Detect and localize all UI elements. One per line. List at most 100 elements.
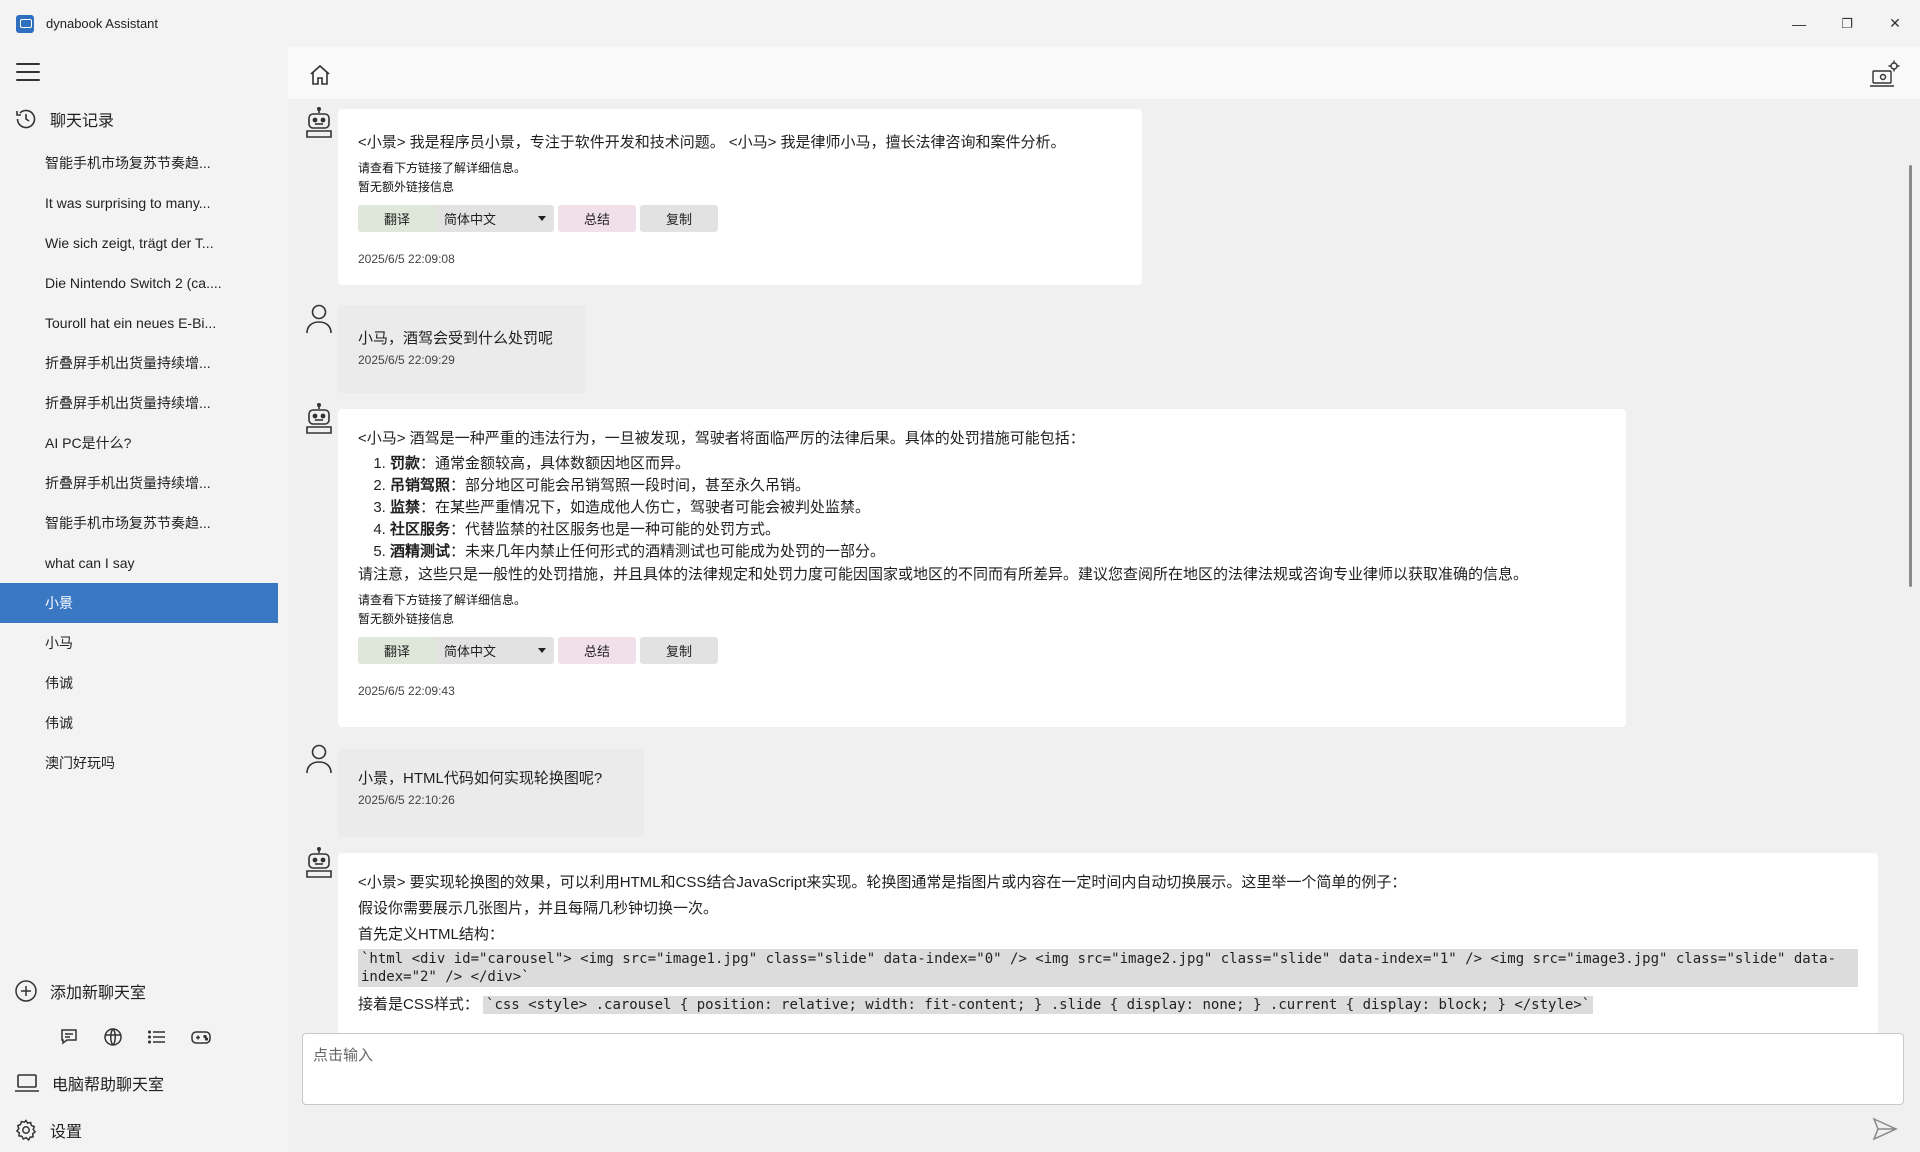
user-bubble: 小马，酒驾会受到什么处罚呢 2025/6/5 22:09:29 <box>338 305 586 393</box>
history-icon <box>16 109 36 129</box>
language-select[interactable]: 简体中文 <box>436 637 554 664</box>
gear-icon <box>15 1119 37 1142</box>
home-icon[interactable] <box>308 63 332 87</box>
user-avatar-icon <box>306 304 332 334</box>
sidebar-chat-item[interactable]: 小景 <box>0 583 278 623</box>
chat-history-header[interactable]: 聊天记录 <box>14 107 114 131</box>
chat-history-list: 智能手机市场复苏节奏趋... It was surprising to many.… <box>0 143 278 783</box>
penalty-term: 吊销驾照 <box>390 477 451 494</box>
robot-avatar-icon <box>306 107 332 138</box>
code-inline-css: `css <style> .carousel { position: relat… <box>483 996 1594 1014</box>
penalty-desc: ：部分地区可能会吊销驾照一段时间，甚至永久吊销。 <box>450 477 811 494</box>
list-icon[interactable] <box>146 1026 168 1048</box>
penalty-term: 监禁 <box>390 499 421 516</box>
sidebar-chat-item[interactable]: what can I say <box>0 543 278 583</box>
translate-button[interactable]: 翻译 <box>358 637 436 664</box>
language-value: 简体中文 <box>444 644 497 659</box>
sidebar: 聊天记录 智能手机市场复苏节奏趋... It was surprising to … <box>0 47 288 1152</box>
no-link-text: 暂无额外链接信息 <box>358 180 455 194</box>
penalty-desc: ：在某些严重情况下，如造成他人伤亡，驾驶者可能会被判处监禁。 <box>420 499 871 516</box>
penalty-desc: ：未来几年内禁止任何形式的酒精测试也可能成为处罚的一部分。 <box>450 543 886 560</box>
sidebar-chat-item[interactable]: Die Nintendo Switch 2 (ca.... <box>0 263 278 303</box>
chat-scrollbar[interactable] <box>1909 165 1912 587</box>
language-select[interactable]: 简体中文 <box>436 205 554 232</box>
send-icon[interactable] <box>1872 1117 1898 1141</box>
language-value: 简体中文 <box>444 212 497 227</box>
penalty-term: 社区服务 <box>390 521 451 538</box>
link-hint: 请查看下方链接了解详细信息。 <box>358 593 527 607</box>
penalty-term: 罚款 <box>390 455 421 472</box>
title-bar: dynabook Assistant — ❐ ✕ <box>0 0 1920 47</box>
robot-avatar-icon <box>306 403 332 434</box>
message-text: 小马，酒驾会受到什么处罚呢 <box>358 330 554 347</box>
penalty-list-item: 社区服务：代替监禁的社区服务也是一种可能的处罚方式。 <box>390 519 1606 541</box>
chevron-down-icon <box>538 216 546 221</box>
bot-bubble: <小景> 我是程序员小景，专注于软件开发和技术问题。 <小马> 我是律师小马，擅… <box>338 109 1142 285</box>
sidebar-chat-item[interactable]: It was surprising to many... <box>0 183 278 223</box>
message-input-box[interactable] <box>302 1033 1904 1105</box>
message-line: 首先定义HTML结构： <box>358 926 504 943</box>
message-timestamp: 2025/6/5 22:09:29 <box>358 353 455 367</box>
message-actions: 翻译 简体中文 总结 复制 <box>358 205 1122 232</box>
translate-button[interactable]: 翻译 <box>358 205 436 232</box>
sidebar-chat-item[interactable]: 折叠屏手机出货量持续增... <box>0 463 278 503</box>
sidebar-chat-item[interactable]: 智能手机市场复苏节奏趋... <box>0 503 278 543</box>
user-avatar-icon <box>306 744 332 774</box>
minimize-button[interactable]: — <box>1776 0 1822 47</box>
link-hint: 请查看下方链接了解详细信息。 <box>358 161 527 175</box>
menu-toggle-icon[interactable] <box>16 63 40 81</box>
user-bubble: 小景，HTML代码如何实现轮换图呢? 2025/6/5 22:10:26 <box>338 749 644 837</box>
no-link-text: 暂无额外链接信息 <box>358 612 455 626</box>
message-input[interactable] <box>313 1044 1893 1094</box>
penalty-list: 罚款：通常金额较高，具体数额因地区而异。吊销驾照：部分地区可能会吊销驾照一段时间… <box>358 453 1606 563</box>
message-line: 接着是CSS样式： <box>358 996 479 1013</box>
copy-button[interactable]: 复制 <box>640 205 718 232</box>
chat-history-title: 聊天记录 <box>50 113 115 130</box>
close-button[interactable]: ✕ <box>1872 0 1918 47</box>
code-block-html: `html <div id="carousel"> <img src="imag… <box>358 949 1858 987</box>
maximize-button[interactable]: ❐ <box>1824 0 1870 47</box>
sidebar-chat-item[interactable]: 伟诚 <box>0 663 278 703</box>
penalty-list-item: 监禁：在某些严重情况下，如造成他人伤亡，驾驶者可能会被判处监禁。 <box>390 497 1606 519</box>
sidebar-chat-item[interactable]: 伟诚 <box>0 703 278 743</box>
sidebar-chat-item[interactable]: AI PC是什么? <box>0 423 278 463</box>
sidebar-chat-item[interactable]: 澳门好玩吗 <box>0 743 278 783</box>
laptop-settings-icon[interactable] <box>1870 59 1900 91</box>
message-intro: <小景> 要实现轮换图的效果，可以利用HTML和CSS结合JavaScript来… <box>358 874 1407 891</box>
gamepad-icon[interactable] <box>190 1026 212 1048</box>
sidebar-chat-item[interactable]: 折叠屏手机出货量持续增... <box>0 343 278 383</box>
sidebar-toolbar <box>58 1026 212 1048</box>
penalty-list-item: 吊销驾照：部分地区可能会吊销驾照一段时间，甚至永久吊销。 <box>390 475 1606 497</box>
sidebar-chat-item[interactable]: 智能手机市场复苏节奏趋... <box>0 143 278 183</box>
summary-button[interactable]: 总结 <box>558 637 636 664</box>
penalty-list-item: 酒精测试：未来几年内禁止任何形式的酒精测试也可能成为处罚的一部分。 <box>390 541 1606 563</box>
penalty-desc: ：通常金额较高，具体数额因地区而异。 <box>420 455 691 472</box>
message-timestamp: 2025/6/5 22:09:08 <box>358 252 455 266</box>
penalty-term: 酒精测试 <box>390 543 451 560</box>
chat-messages: <小景> 我是程序员小景，专注于软件开发和技术问题。 <小马> 我是律师小马，擅… <box>302 103 1887 1076</box>
chat-bubble-icon[interactable] <box>58 1026 80 1048</box>
add-circle-icon <box>15 980 37 1002</box>
copy-button[interactable]: 复制 <box>640 637 718 664</box>
settings-button[interactable]: 设置 <box>14 1118 82 1142</box>
message-note: 请注意，这些只是一般性的处罚措施，并且具体的法律规定和处罚力度可能因国家或地区的… <box>358 566 1529 583</box>
chevron-down-icon <box>538 648 546 653</box>
sidebar-chat-item[interactable]: Wie sich zeigt, trägt der T... <box>0 223 278 263</box>
message-intro: <小马> 酒驾是一种严重的违法行为，一旦被发现，驾驶者将面临严厉的法律后果。具体… <box>358 430 1085 447</box>
penalty-list-item: 罚款：通常金额较高，具体数额因地区而异。 <box>390 453 1606 475</box>
message-text: <小景> 我是程序员小景，专注于软件开发和技术问题。 <小马> 我是律师小马，擅… <box>358 134 1066 151</box>
sidebar-chat-item[interactable]: 折叠屏手机出货量持续增... <box>0 383 278 423</box>
pc-help-chat-button[interactable]: 电脑帮助聊天室 <box>14 1071 164 1095</box>
main-top-bar <box>288 47 1920 99</box>
sidebar-chat-item[interactable]: Touroll hat ein neues E-Bi... <box>0 303 278 343</box>
summary-button[interactable]: 总结 <box>558 205 636 232</box>
add-chat-button[interactable]: 添加新聊天室 <box>14 979 146 1003</box>
robot-avatar-icon <box>306 847 332 878</box>
settings-label: 设置 <box>50 1124 83 1141</box>
sidebar-chat-item[interactable]: 小马 <box>0 623 278 663</box>
message-timestamp: 2025/6/5 22:10:26 <box>358 793 455 807</box>
globe-icon[interactable] <box>102 1026 124 1048</box>
window-title: dynabook Assistant <box>46 16 159 31</box>
add-chat-label: 添加新聊天室 <box>50 985 147 1002</box>
message-line: 假设你需要展示几张图片，并且每隔几秒钟切换一次。 <box>358 900 719 917</box>
